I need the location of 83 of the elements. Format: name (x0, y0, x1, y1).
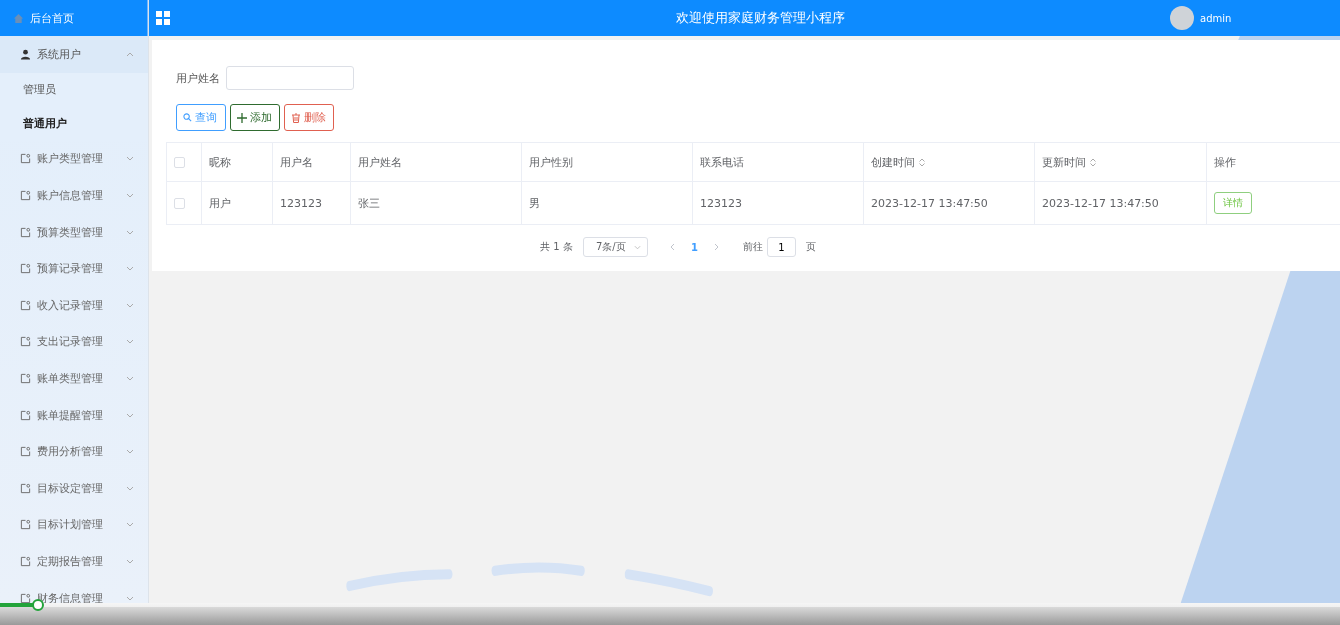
checkbox[interactable] (174, 157, 185, 168)
document-icon (20, 592, 31, 603)
sort-icon[interactable] (919, 157, 925, 167)
menu-item[interactable]: 账户信息管理 (0, 177, 148, 214)
menu-item[interactable]: 预算类型管理 (0, 213, 148, 251)
menu-item[interactable]: 支出记录管理 (0, 323, 148, 361)
chevron-down-icon (126, 558, 134, 564)
menu-item[interactable]: 账单类型管理 (0, 360, 148, 397)
document-icon (20, 336, 31, 348)
table-cell: 2023-12-17 13:47:50 (1042, 196, 1159, 210)
column-header: 昵称 (209, 154, 231, 170)
page-size-select[interactable]: 7条/页 (582, 237, 648, 257)
page-input[interactable]: 1 (766, 237, 796, 257)
chevron-down-icon (126, 375, 134, 381)
menu-item[interactable]: 账单提醒管理 (0, 396, 148, 434)
total-count: 共 1 条 (540, 240, 573, 254)
chevron-up-icon (126, 51, 134, 57)
document-icon (20, 555, 31, 567)
checkbox[interactable] (174, 198, 185, 209)
column-header[interactable]: 创建时间 (871, 154, 915, 170)
document-icon (20, 263, 31, 275)
table-cell: 123123 (700, 196, 742, 210)
menu-item[interactable]: 定期报告管理 (0, 543, 148, 580)
chevron-down-icon (126, 266, 134, 272)
app-title: 欢迎使用家庭财务管理小程序 (674, 9, 846, 27)
search-icon (183, 113, 192, 122)
page-number[interactable]: 1 (690, 241, 698, 253)
chevron-down-icon (126, 449, 134, 455)
home-icon (13, 12, 24, 24)
document-icon (20, 226, 31, 238)
document-icon (20, 482, 31, 494)
field-label: 用户姓名 (176, 70, 220, 86)
column-header[interactable]: 更新时间 (1042, 154, 1086, 170)
menu-item[interactable]: 目标计划管理 (0, 506, 148, 544)
input-field[interactable] (226, 66, 354, 90)
next-page-icon[interactable] (713, 243, 719, 251)
chevron-down-icon (126, 339, 134, 345)
column-header: 联系电话 (700, 154, 744, 170)
sort-icon[interactable] (1090, 157, 1096, 167)
table-cell: 张三 (358, 196, 380, 210)
document-icon (20, 446, 31, 458)
chevron-down-icon (126, 485, 134, 491)
column-header: 用户姓名 (358, 154, 402, 170)
menu-item[interactable]: 目标设定管理 (0, 469, 148, 507)
menu-item[interactable]: 账户类型管理 (0, 140, 148, 178)
trash-icon (291, 112, 301, 123)
chevron-down-icon (633, 244, 641, 250)
plus-icon (237, 112, 247, 123)
delete-button[interactable]: 删除 (284, 104, 334, 131)
document-icon (20, 190, 31, 201)
home-menu-item[interactable]: 后台首页 (0, 0, 148, 36)
chevron-down-icon (126, 595, 134, 601)
chevron-down-icon (126, 229, 134, 235)
user-name[interactable]: admin (1200, 12, 1340, 24)
search-button[interactable]: 查询 (176, 104, 226, 131)
document-icon (20, 299, 31, 311)
previous-page-icon[interactable] (669, 243, 675, 251)
column-header: 用户名 (280, 154, 313, 170)
document-icon (20, 519, 31, 531)
avatar-icon[interactable] (1170, 6, 1194, 30)
chevron-down-icon (126, 156, 134, 162)
menu-item[interactable]: 系统用户 (0, 36, 148, 73)
chevron-down-icon (126, 522, 134, 528)
document-icon (20, 372, 31, 384)
menu-item[interactable]: 预算记录管理 (0, 250, 148, 287)
table-cell: 123123 (280, 196, 322, 210)
goto-label: 前往 (742, 240, 763, 254)
chevron-down-icon (126, 193, 134, 198)
menu-item[interactable]: 费用分析管理 (0, 433, 148, 470)
table-cell: 用户 (209, 196, 231, 210)
column-header: 用户性别 (529, 154, 573, 170)
chevron-down-icon (126, 302, 134, 308)
table-cell: 男 (529, 196, 540, 210)
document-icon (20, 409, 31, 421)
add-button[interactable]: 添加 (230, 104, 280, 131)
user-icon (20, 48, 31, 60)
menu-item[interactable]: 收入记录管理 (0, 286, 148, 324)
chevron-down-icon (126, 412, 134, 418)
document-icon (20, 153, 31, 165)
table-cell: 2023-12-17 13:47:50 (871, 196, 988, 210)
grid-icon[interactable] (156, 11, 170, 25)
column-header: 操作 (1214, 154, 1236, 170)
page-suffix: 页 (805, 240, 816, 254)
